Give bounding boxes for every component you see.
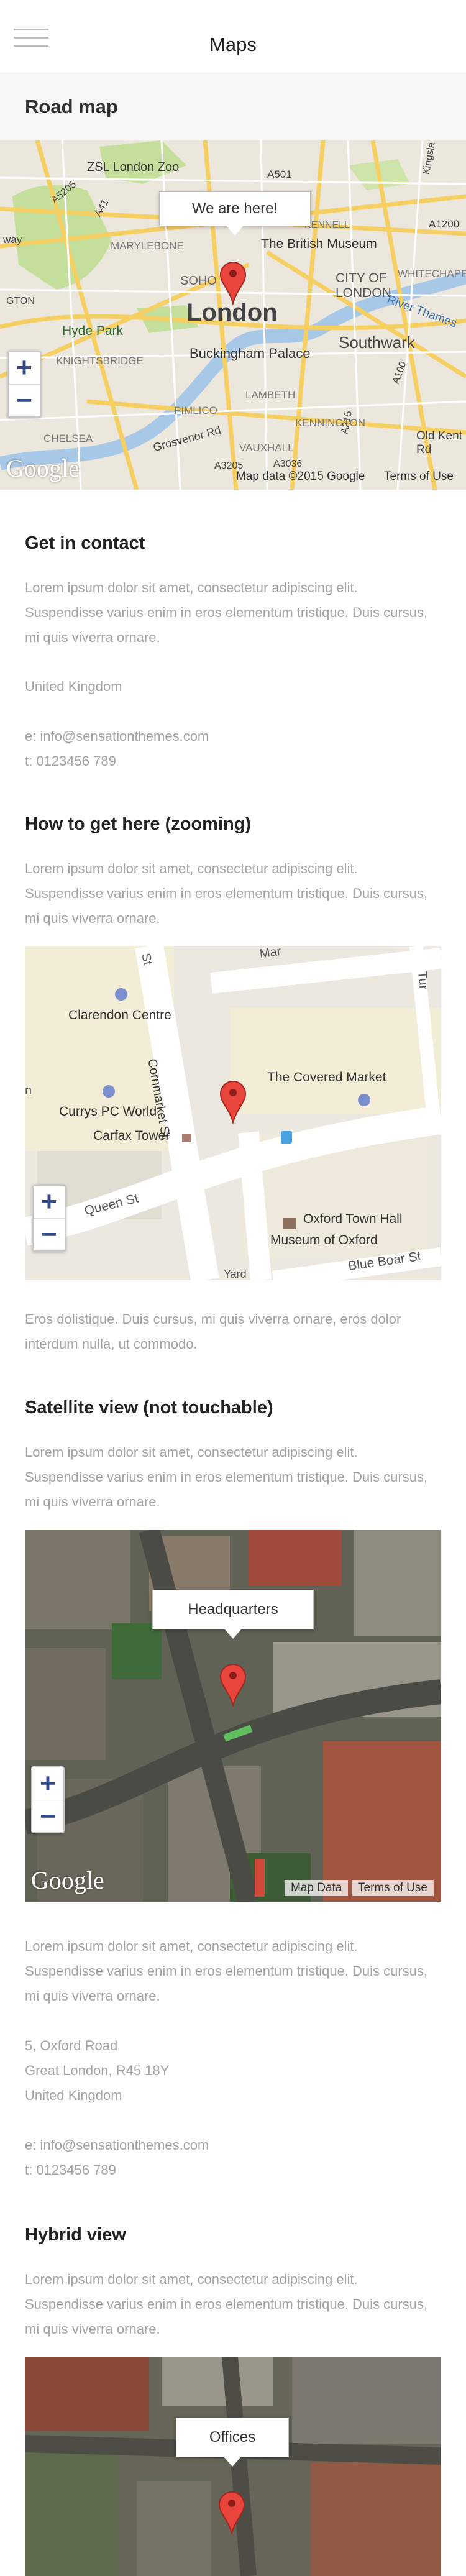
map-label: MARYLEBONE (111, 240, 184, 252)
contact-phone[interactable]: t: 0123456 789 (25, 749, 116, 774)
zoom-out-button[interactable]: − (32, 1800, 63, 1832)
bus-stop-icon (281, 1131, 292, 1144)
map-label: SOHO (180, 274, 217, 288)
section-header: Road map (0, 73, 466, 140)
map-label: The Covered Market (267, 1070, 386, 1084)
map-label: Hyde Park (62, 324, 124, 338)
zooming-heading: How to get here (zooming) (25, 814, 252, 834)
top-bar: Maps (0, 0, 466, 73)
zoom-map[interactable]: Clarendon Centre Cornmarket St The Cover… (25, 946, 441, 1280)
road-map[interactable]: ZSL London Zoo MARYLEBONE SOHO The Briti… (0, 140, 466, 490)
map-label: ZSL London Zoo (87, 160, 180, 174)
map-callout: Headquarters (152, 1590, 314, 1639)
contact-country: United Kingdom (25, 679, 122, 694)
zooming-after-text: Eros dolistique. Duis cursus, mi quis vi… (25, 1311, 401, 1352)
map-label: A501 (267, 168, 292, 180)
map-label: KENNELL (304, 220, 350, 231)
section-title: Road map (25, 96, 118, 117)
contact-paragraph: Lorem ipsum dolor sit amet, consectetur … (25, 580, 428, 645)
map-label-city: London (186, 299, 278, 326)
map-label: way (3, 234, 22, 245)
map-label: n (25, 1084, 32, 1098)
hybrid-paragraph: Lorem ipsum dolor sit amet, consectetur … (25, 2271, 428, 2337)
map-label: Museum of Oxford (270, 1233, 378, 1247)
zooming-paragraph: Lorem ipsum dolor sit amet, consectetur … (25, 861, 428, 926)
zoom-out-button[interactable]: − (34, 1218, 65, 1250)
address-paragraph: Lorem ipsum dolor sit amet, consectetur … (25, 1938, 428, 2004)
map-label: Carfax Tower (93, 1129, 170, 1143)
map-label: A1200 (429, 218, 460, 230)
satellite-heading: Satellite view (not touchable) (25, 1398, 273, 1418)
zoom-control: + − (32, 1185, 66, 1252)
zoom-in-button[interactable]: + (34, 1186, 65, 1218)
map-label: The British Museum (261, 237, 377, 251)
map-label: Southwark (339, 333, 415, 352)
map-label: Yard (224, 1268, 247, 1280)
address-phone[interactable]: t: 0123456 789 (25, 2158, 116, 2183)
map-label: Oxford Town Hall (303, 1212, 403, 1226)
map-label: VAUXHALL (239, 442, 294, 454)
map-attribution: Map Data (285, 1880, 349, 1896)
zoom-in-button[interactable]: + (9, 352, 40, 384)
map-label: KENNINGTON (295, 417, 366, 429)
address-email[interactable]: e: info@sensationthemes.com (25, 2133, 209, 2158)
contact-email[interactable]: e: info@sensationthemes.com (25, 724, 209, 749)
terms-link[interactable]: Terms of Use (352, 1880, 434, 1896)
map-label: Old Kent Rd (416, 429, 462, 456)
hybrid-map[interactable]: Offices (25, 2357, 441, 2576)
map-label: St (139, 952, 155, 966)
map-label: Buckingham Palace (190, 346, 311, 361)
hybrid-heading: Hybrid view (25, 2225, 126, 2245)
satellite-map: Headquarters + − Google Map Data Terms o… (25, 1530, 441, 1902)
map-callout: Offices (176, 2418, 289, 2467)
zoom-out-button[interactable]: − (9, 384, 40, 416)
address-country: United Kingdom (25, 2088, 122, 2103)
zoom-control: + − (7, 351, 41, 418)
map-label: KNIGHTSBRIDGE (56, 355, 144, 367)
map-callout: We are here! (159, 191, 311, 236)
google-logo: Google (6, 454, 80, 482)
terms-link[interactable]: Terms of Use (378, 469, 460, 485)
map-label: Tur (415, 971, 431, 991)
contact-heading: Get in contact (25, 533, 145, 553)
museum-icon (283, 1218, 296, 1229)
section-divider (0, 1902, 466, 1909)
map-label: LAMBETH (245, 389, 296, 401)
map-label: GTON (6, 296, 35, 306)
google-logo: Google (31, 1866, 104, 1894)
map-label: CHELSEA (43, 433, 93, 444)
map-label: Currys PC World (59, 1104, 157, 1119)
satellite-paragraph: Lorem ipsum dolor sit amet, consectetur … (25, 1444, 428, 1510)
tower-icon (182, 1134, 191, 1142)
map-label: WHITECHAPEL (398, 268, 466, 280)
map-label: PIMLICO (174, 405, 217, 416)
satellite-map-canvas (25, 1530, 441, 1902)
map-label: Clarendon Centre (68, 1008, 171, 1022)
map-attribution: Map data ©2015 Google (236, 470, 365, 483)
zoom-control: + − (31, 1766, 65, 1833)
page-title: Maps (209, 34, 257, 55)
address-city: Great London, R45 18Y (25, 2063, 170, 2078)
address-street: 5, Oxford Road (25, 2038, 118, 2053)
zoom-in-button[interactable]: + (32, 1767, 63, 1800)
